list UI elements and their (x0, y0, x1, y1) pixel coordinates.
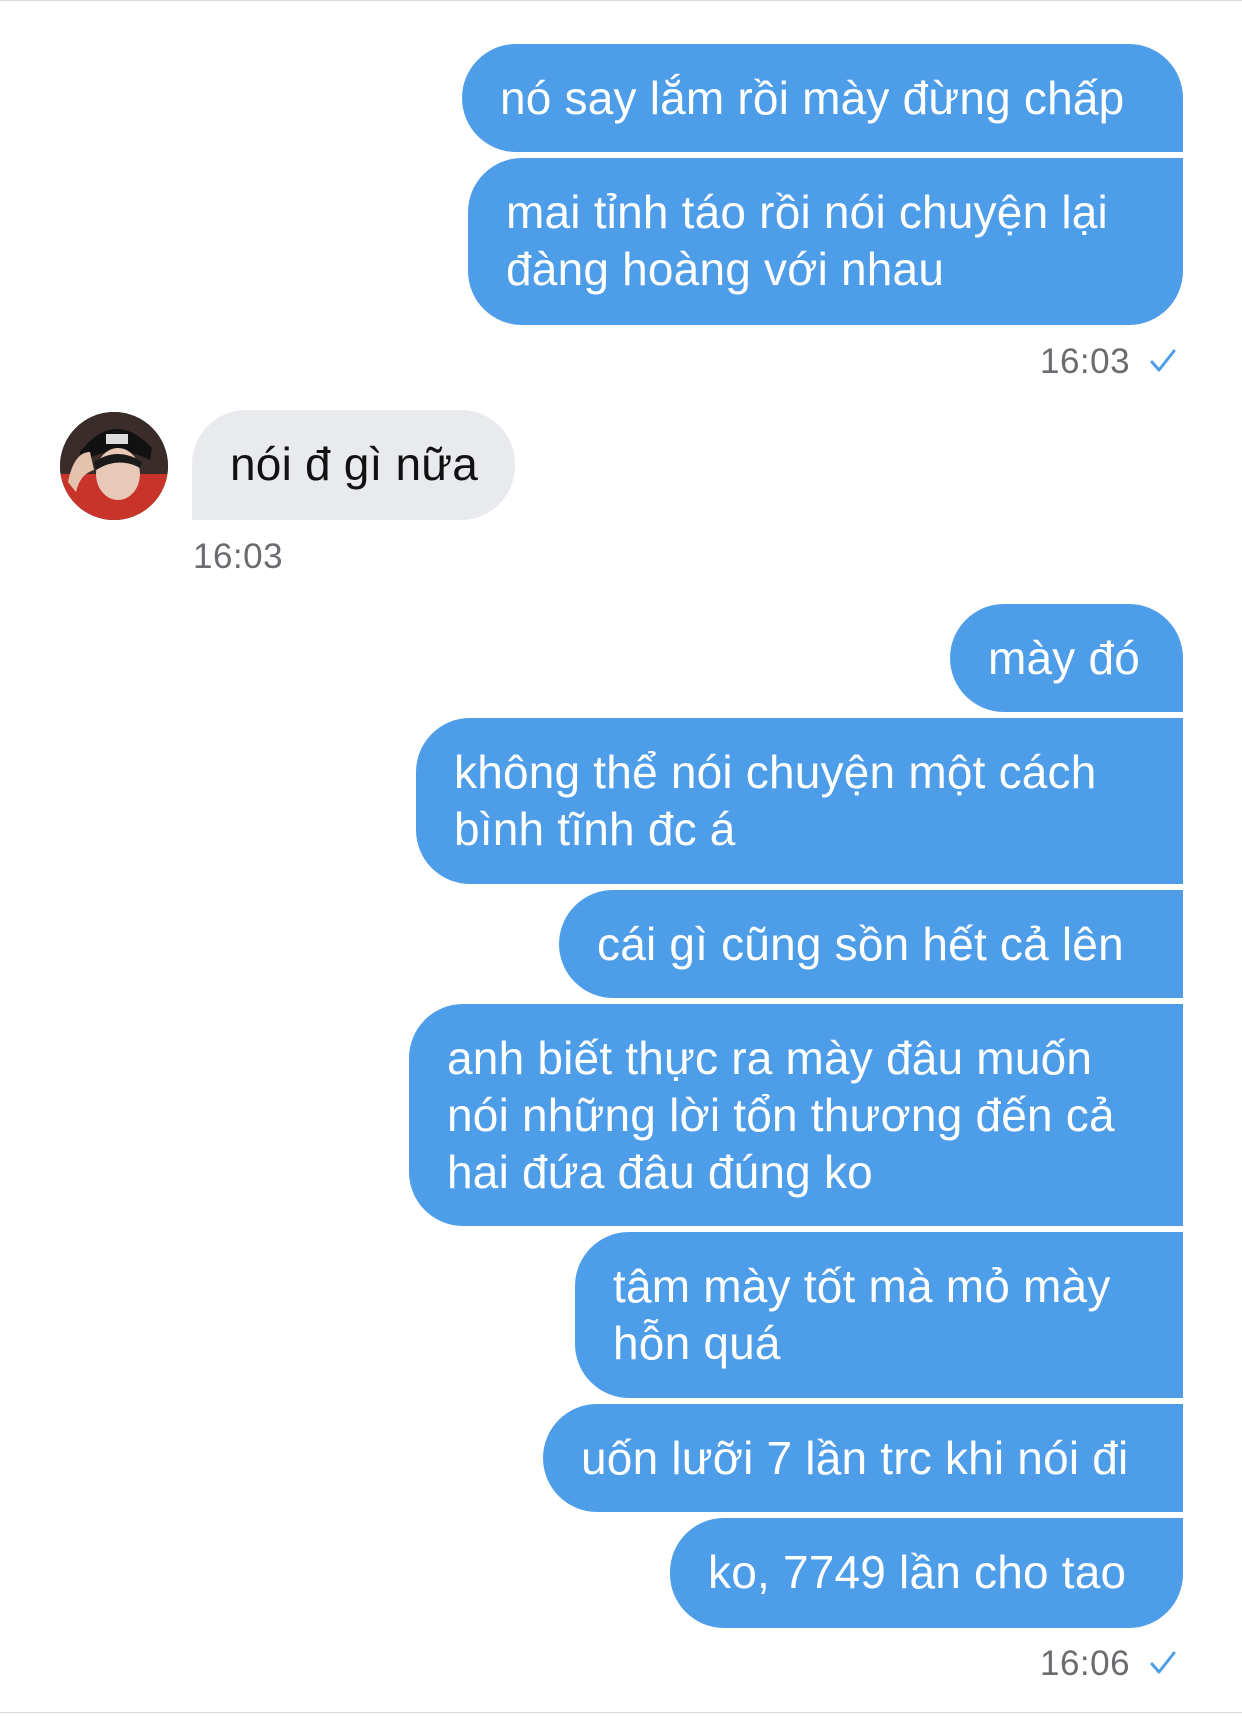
message-text: uốn lưỡi 7 lần trc khi nói đi (581, 1432, 1129, 1484)
top-divider (0, 0, 1242, 1)
message-text-line: anh biết thực ra mày đâu muốn (447, 1032, 1093, 1084)
message-bubble-outgoing[interactable]: anh biết thực ra mày đâu muốn nói những … (409, 1004, 1183, 1226)
message-text: cái gì cũng sồn hết cả lên (597, 918, 1124, 970)
message-text-line: nói những lời tổn thương đến cả (447, 1089, 1115, 1141)
message-bubble-outgoing[interactable]: tâm mày tốt mà mỏ mày hỗn quá (575, 1232, 1183, 1398)
message-bubble-outgoing[interactable]: mai tỉnh táo rồi nói chuyện lại đàng hoà… (468, 158, 1183, 325)
message-text: nó say lắm rồi mày đừng chấp (500, 72, 1125, 124)
message-text: nói đ gì nữa (230, 438, 479, 490)
checkmark-icon (1150, 349, 1176, 372)
message-text: ko, 7749 lần cho tao (708, 1546, 1127, 1598)
message-timestamp: 16:06 (1040, 1644, 1131, 1683)
message-text-line: tâm mày tốt mà mỏ mày (613, 1260, 1111, 1312)
message-text-line: hỗn quá (613, 1317, 781, 1369)
bottom-divider (0, 1712, 1242, 1713)
message-text-line: bình tĩnh đc á (454, 803, 736, 855)
message-text: mày đó (988, 632, 1141, 684)
message-timestamp: 16:03 (193, 537, 284, 576)
message-text-line: đàng hoàng với nhau (506, 243, 945, 295)
message-bubble-outgoing[interactable]: mày đó (950, 604, 1183, 712)
message-timestamp: 16:03 (1040, 342, 1131, 381)
message-bubble-outgoing[interactable]: không thể nói chuyện một cách bình tĩnh … (416, 718, 1183, 884)
message-text-line: mai tỉnh táo rồi nói chuyện lại (506, 186, 1108, 238)
message-bubble-outgoing[interactable]: ko, 7749 lần cho tao (670, 1518, 1183, 1628)
contact-avatar[interactable] (60, 412, 168, 520)
message-bubble-outgoing[interactable]: cái gì cũng sồn hết cả lên (559, 890, 1183, 998)
message-text-line: hai đứa đâu đúng ko (447, 1146, 873, 1198)
message-bubble-outgoing[interactable]: nó say lắm rồi mày đừng chấp (462, 44, 1183, 152)
message-bubble-incoming[interactable]: nói đ gì nữa (192, 410, 515, 520)
avatar-image (60, 412, 168, 520)
message-bubble-outgoing[interactable]: uốn lưỡi 7 lần trc khi nói đi (543, 1404, 1183, 1512)
checkmark-icon (1150, 1651, 1176, 1674)
message-text-line: không thể nói chuyện một cách (454, 746, 1097, 798)
